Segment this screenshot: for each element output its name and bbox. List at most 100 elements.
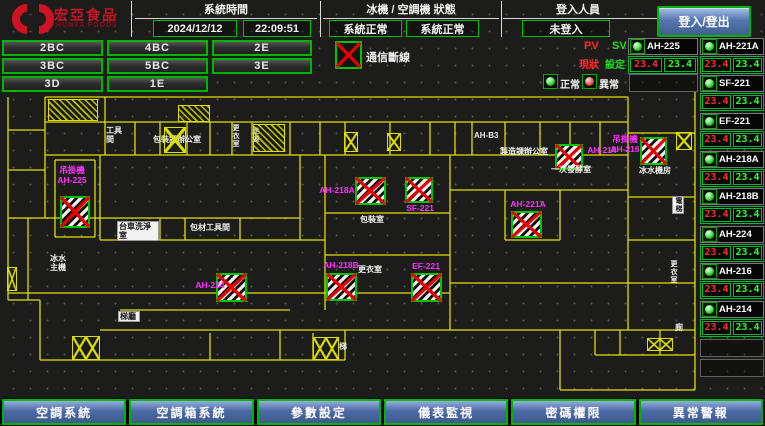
equipment-values-row: 23.4 23.4 — [700, 206, 764, 224]
equipment-status-cell[interactable]: SF-221 23.4 23.4 — [700, 75, 764, 111]
equipment-name-label: AH-214 — [719, 304, 752, 315]
equipment-name-label: AH-224 — [719, 229, 752, 240]
stair-icon — [48, 99, 98, 121]
equipment-name-row: AH-224 — [700, 226, 764, 243]
chiller-status-value: 系統正常 — [329, 20, 402, 37]
sv-value: 23.4 — [733, 133, 762, 147]
stair-icon — [72, 336, 100, 360]
nav-button[interactable]: 異常警報 — [639, 399, 763, 425]
comm-loss-equipment-icon[interactable] — [405, 177, 433, 203]
login-logout-button[interactable]: 登入/登出 — [657, 6, 751, 37]
zone-button[interactable]: 4BC — [107, 40, 208, 56]
pv-value: 23.4 — [702, 283, 731, 297]
pv-value: 23.4 — [702, 321, 731, 335]
room-label: 一次發酵室 — [551, 165, 595, 174]
divider — [501, 1, 502, 37]
pv-sub-header: 現狀 — [579, 56, 599, 71]
stair-icon — [178, 105, 210, 122]
stair-icon — [313, 337, 339, 360]
status-led — [702, 152, 717, 167]
equipment-status-cell[interactable]: AH-221A 23.4 23.4 — [700, 38, 764, 74]
equipment-status-cell[interactable]: AH-218B 23.4 23.4 — [700, 188, 764, 224]
legend-abnormal-led — [582, 74, 597, 89]
pv-value: 23.4 — [702, 95, 731, 109]
status-led — [702, 302, 717, 317]
equipment-status-cell[interactable]: EF-221 23.4 23.4 — [700, 113, 764, 149]
login-label: 登入人員 — [503, 2, 653, 18]
ahu-status-value: 系統正常 — [406, 20, 479, 37]
equipment-tag-label: AH-224 — [194, 281, 226, 291]
sv-value: 23.4 — [664, 58, 696, 72]
comm-loss-equipment-icon[interactable] — [326, 273, 357, 301]
equipment-status-cell[interactable]: AH-225 23.4 23.4 — [628, 38, 698, 74]
nav-button[interactable]: 參數設定 — [257, 399, 381, 425]
stair-icon — [344, 132, 358, 152]
legend-abnormal-label: 異常 — [599, 76, 619, 91]
pv-value: 23.4 — [702, 246, 731, 260]
equipment-tag-label: SF-221 — [403, 204, 437, 214]
equipment-name-row: AH-214 — [700, 301, 764, 318]
empty-slot — [700, 339, 764, 357]
divider — [323, 18, 499, 19]
legend-normal-label: 正常 — [560, 76, 580, 91]
nav-button[interactable]: 密碼權限 — [511, 399, 635, 425]
pv-header: PV — [584, 40, 599, 52]
status-led — [630, 39, 645, 54]
status-led — [702, 264, 717, 279]
status-led — [702, 227, 717, 242]
status-led — [702, 189, 717, 204]
room-label: 更衣室 — [231, 124, 239, 148]
stair-icon — [253, 124, 285, 152]
room-label: 包裝室 — [360, 215, 388, 224]
equipment-name-row: AH-225 — [628, 38, 698, 55]
zone-button[interactable]: 3E — [212, 58, 312, 74]
login-user-value: 未登入 — [522, 20, 610, 37]
room-label: 更衣室 — [358, 265, 386, 274]
zone-button[interactable]: 1E — [107, 76, 208, 92]
equipment-name-row: AH-216 — [700, 263, 764, 280]
pv-value: 23.4 — [702, 133, 731, 147]
nav-button[interactable]: 儀表監視 — [384, 399, 508, 425]
equipment-values-row: 23.4 23.4 — [700, 281, 764, 299]
status-led — [702, 39, 717, 54]
system-time-value: 22:09:51 — [243, 20, 311, 37]
comm-loss-equipment-icon[interactable] — [640, 137, 667, 165]
equipment-tag-label: 吊掛機 AH-225 — [52, 166, 92, 186]
room-label: 包材工具間 — [190, 223, 234, 232]
comm-loss-equipment-icon[interactable] — [411, 273, 442, 302]
room-label: 冰水機房 — [639, 166, 675, 175]
equipment-status-cell[interactable]: AH-218A 23.4 23.4 — [700, 151, 764, 187]
status-led — [702, 76, 717, 91]
zone-button[interactable]: 2BC — [2, 40, 103, 56]
zone-button[interactable]: 2E — [212, 40, 312, 56]
equipment-status-cell[interactable]: AH-224 23.4 23.4 — [700, 226, 764, 262]
equipment-status-cell[interactable]: AH-216 23.4 23.4 — [700, 263, 764, 299]
stair-icon — [164, 127, 186, 153]
comm-loss-equipment-icon[interactable] — [355, 177, 386, 205]
sv-value: 23.4 — [733, 246, 762, 260]
sv-value: 23.4 — [733, 283, 762, 297]
room-label: 冰水主機 — [50, 254, 70, 272]
equipment-tag-label: EF-221 — [409, 262, 443, 272]
status-led — [702, 114, 717, 129]
stair-icon — [647, 338, 673, 351]
equipment-name-row: AH-218A — [700, 151, 764, 168]
pv-value: 23.4 — [702, 171, 731, 185]
room-label: AH-B3 — [474, 131, 504, 140]
zone-button[interactable]: 5BC — [107, 58, 208, 74]
sv-value: 23.4 — [733, 171, 762, 185]
equipment-name-label: AH-218B — [719, 191, 759, 202]
equipment-tag-label: AH-221A — [508, 200, 548, 210]
equipment-status-cell[interactable]: AH-214 23.4 23.4 — [700, 301, 764, 337]
zone-button[interactable]: 3BC — [2, 58, 103, 74]
comm-loss-equipment-icon[interactable] — [511, 211, 542, 238]
nav-button[interactable]: 空調系統 — [2, 399, 126, 425]
brand-subtitle: HUNYA FOODS — [56, 22, 118, 29]
equipment-values-row: 23.4 23.4 — [628, 56, 698, 74]
equipment-name-label: AH-225 — [647, 41, 680, 52]
zone-button[interactable]: 3D — [2, 76, 103, 92]
comm-loss-equipment-icon[interactable] — [60, 196, 90, 228]
nav-button[interactable]: 空調箱系統 — [129, 399, 253, 425]
empty-slot — [629, 74, 698, 92]
equipment-name-row: SF-221 — [700, 75, 764, 92]
